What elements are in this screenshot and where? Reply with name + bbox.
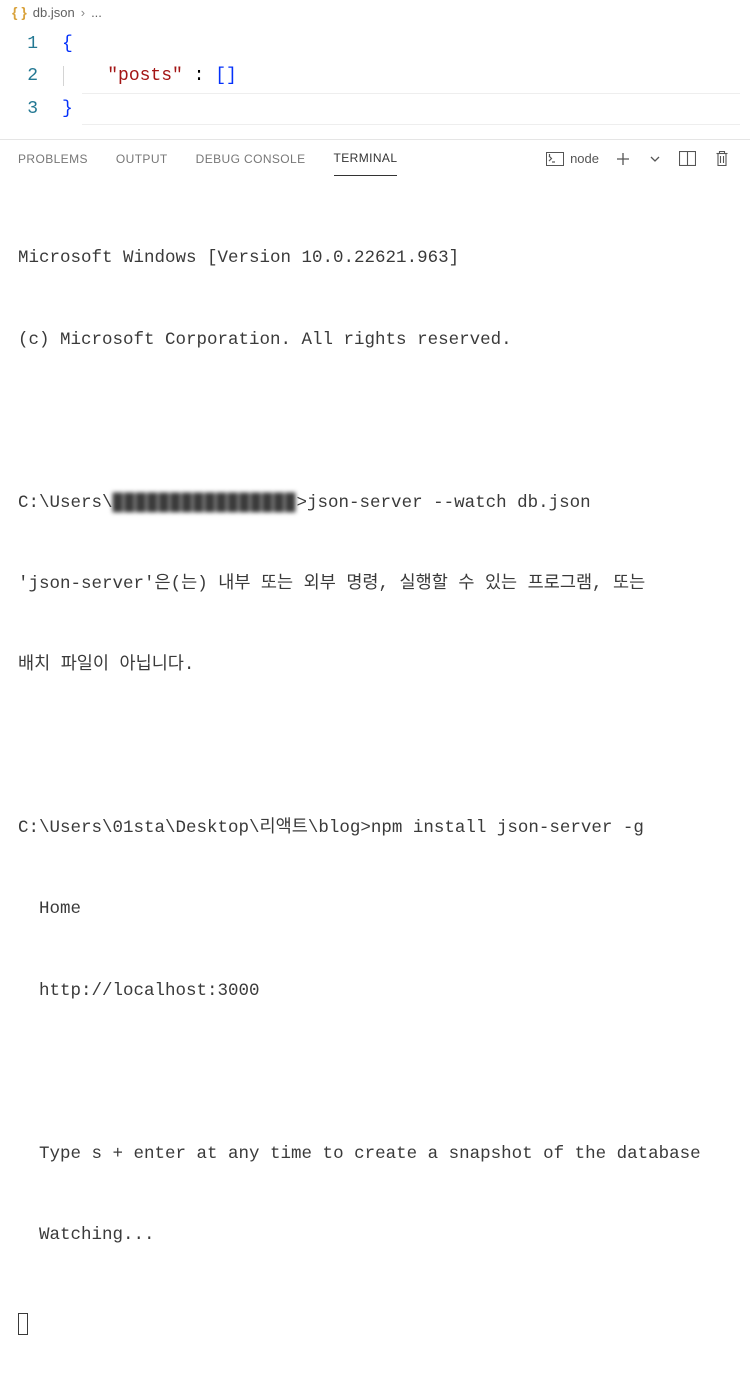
terminal-output[interactable]: Microsoft Windows [Version 10.0.22621.96…: [0, 177, 750, 1384]
terminal-line: Watching...: [18, 1222, 732, 1249]
split-panel-button[interactable]: [677, 149, 698, 168]
terminal-line: 'json-server'은(는) 내부 또는 외부 명령, 실행할 수 있는 …: [18, 571, 732, 598]
terminal-line: Type s + enter at any time to create a s…: [18, 1141, 732, 1168]
breadcrumb-file[interactable]: db.json: [33, 5, 75, 20]
shell-name: node: [570, 151, 599, 166]
terminal-line: Home: [18, 896, 732, 923]
code-editor[interactable]: 1 { 2 "posts" : [] 3 }: [0, 24, 750, 139]
terminal-line: 배치 파일이 아닙니다.: [18, 652, 732, 679]
terminal-line: http://localhost:3000: [18, 978, 732, 1005]
code-token: "posts": [107, 66, 183, 86]
chevron-right-icon: ›: [81, 5, 85, 20]
code-token: []: [215, 66, 237, 86]
terminal-line: (c) Microsoft Corporation. All rights re…: [18, 327, 732, 354]
code-token: {: [62, 34, 73, 54]
breadcrumb: { } db.json › ...: [0, 0, 750, 24]
terminal-line: C:\Users\████████████████>json-server --…: [18, 490, 732, 517]
terminal-line: [18, 1303, 732, 1339]
tab-output[interactable]: OUTPUT: [116, 142, 168, 176]
kill-terminal-button[interactable]: [712, 148, 732, 169]
terminal-cursor: [18, 1313, 28, 1335]
panel-tabs: PROBLEMS OUTPUT DEBUG CONSOLE TERMINAL n…: [0, 139, 750, 177]
terminal-line: [18, 734, 732, 761]
tab-problems[interactable]: PROBLEMS: [18, 142, 88, 176]
code-token: }: [62, 99, 73, 119]
line-number: 1: [0, 28, 62, 60]
tab-debug[interactable]: DEBUG CONSOLE: [196, 142, 306, 176]
new-terminal-button[interactable]: [613, 149, 633, 169]
code-token: :: [183, 66, 215, 86]
terminal-line: Microsoft Windows [Version 10.0.22621.96…: [18, 245, 732, 272]
terminal-line: C:\Users\01sta\Desktop\리액트\blog>npm inst…: [18, 815, 732, 842]
terminal-line: [18, 1059, 732, 1086]
terminal-shell-selector[interactable]: node: [546, 151, 599, 166]
line-number: 3: [0, 93, 62, 125]
line-number: 2: [0, 60, 62, 92]
censored-path: ████████████████: [113, 493, 297, 513]
json-file-icon: { }: [12, 4, 27, 20]
split-terminal-dropdown[interactable]: [647, 151, 663, 167]
breadcrumb-rest[interactable]: ...: [91, 5, 102, 20]
terminal-line: [18, 408, 732, 435]
tab-terminal[interactable]: TERMINAL: [334, 141, 398, 176]
